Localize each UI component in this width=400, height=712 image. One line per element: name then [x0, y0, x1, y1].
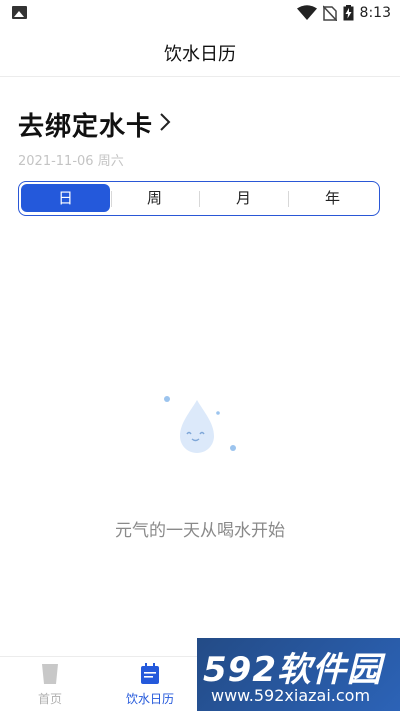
watermark-url: www.592xiazai.com	[211, 686, 371, 705]
bind-water-card-link[interactable]: 去绑定水卡	[18, 106, 153, 143]
current-date: 2021-11-06 周六	[18, 150, 124, 169]
chevron-right-icon[interactable]	[156, 111, 174, 133]
tab-month[interactable]: 月	[199, 184, 288, 212]
image-notification-icon	[12, 6, 27, 19]
tab-day[interactable]: 日	[21, 184, 110, 212]
battery-charging-icon	[343, 5, 354, 21]
watermark: 592软件园 www.592xiazai.com	[197, 638, 400, 711]
page-title: 饮水日历	[164, 44, 236, 65]
calendar-icon	[141, 663, 159, 684]
nav-label-calendar: 饮水日历	[125, 692, 174, 706]
cup-icon	[42, 664, 58, 684]
nav-item-home[interactable]: 首页	[0, 657, 100, 712]
nav-label-home: 首页	[37, 692, 62, 706]
nav-item-calendar[interactable]: 饮水日历	[100, 657, 200, 712]
watermark-logo: 592软件园	[203, 650, 382, 690]
tab-week[interactable]: 周	[110, 184, 199, 212]
wifi-icon	[296, 5, 317, 20]
tab-year[interactable]: 年	[288, 184, 377, 212]
water-drop-illustration-icon	[164, 396, 236, 453]
period-tabs: 日 周 月 年	[18, 181, 380, 216]
weekday-value: 周六	[97, 154, 124, 169]
empty-state-message: 元气的一天从喝水开始	[115, 521, 285, 541]
status-time: 8:13	[359, 5, 391, 21]
status-bar: 8:13	[0, 0, 400, 26]
app-header: 饮水日历	[0, 26, 400, 77]
date-value: 2021-11-06	[18, 154, 94, 169]
no-sim-icon	[322, 5, 337, 21]
